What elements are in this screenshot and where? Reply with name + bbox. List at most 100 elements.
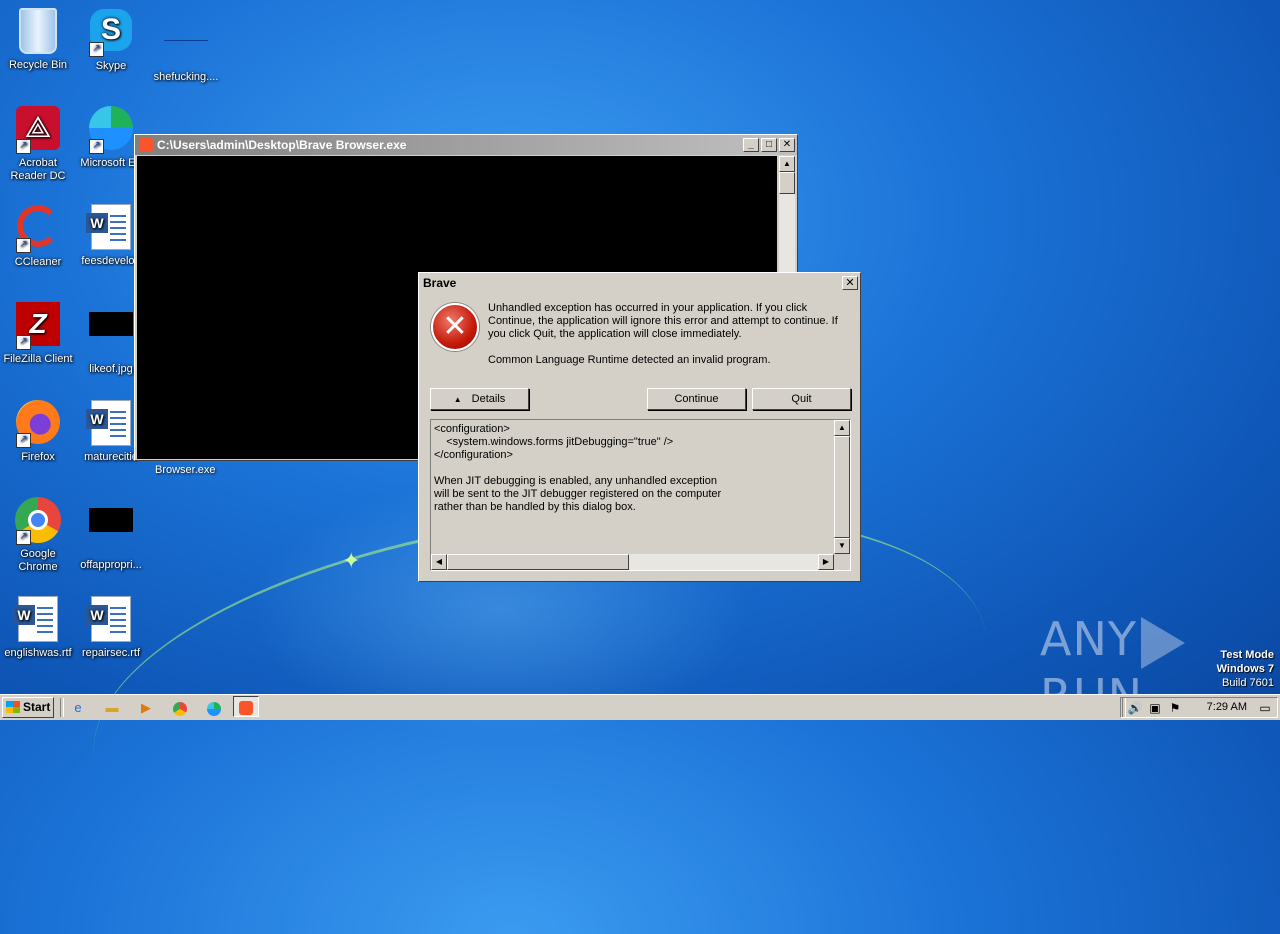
file-icon xyxy=(162,20,210,68)
shortcut-arrow-icon: ↗ xyxy=(16,530,31,545)
desktop-icon-ccleaner[interactable]: ↗ CCleaner xyxy=(0,202,76,269)
desktop-icon-label: Firefox xyxy=(21,451,55,463)
dialog-titlebar[interactable]: Brave ✕ xyxy=(419,273,860,293)
scrollbar-thumb[interactable] xyxy=(834,436,850,538)
desktop-icon-recycle-bin[interactable]: Recycle Bin xyxy=(0,6,76,72)
dialog-title: Brave xyxy=(423,276,457,290)
recycle-bin-icon xyxy=(14,8,62,56)
close-button[interactable]: ✕ xyxy=(779,138,795,152)
desktop-icon-chrome[interactable]: ↗ Google Chrome xyxy=(0,496,76,574)
windows-version-line: Windows 7 xyxy=(1216,663,1274,675)
volume-icon[interactable]: 🔊 xyxy=(1127,700,1143,716)
desktop-icon-shefucking[interactable]: shefucking.... xyxy=(148,6,224,84)
scroll-left-arrow-icon[interactable]: ◀ xyxy=(431,554,447,570)
desktop-icon-label-partial: Browser.exe xyxy=(155,464,216,476)
desktop-icon-label: englishwas.rtf xyxy=(4,647,72,659)
word-document-icon: W xyxy=(86,596,135,644)
brave-icon xyxy=(139,138,153,152)
scroll-right-arrow-icon[interactable]: ▶ xyxy=(818,554,834,570)
shortcut-arrow-icon: ↗ xyxy=(16,433,31,448)
network-icon[interactable]: ▣ xyxy=(1147,700,1163,716)
continue-button[interactable]: Continue xyxy=(647,388,746,410)
brave-taskbar-button[interactable] xyxy=(233,696,259,717)
word-document-icon: W xyxy=(86,204,135,252)
desktop-icon-englishwas[interactable]: W englishwas.rtf xyxy=(0,594,76,660)
triangle-up-icon: ▲ xyxy=(453,395,462,404)
firefox-icon: ↗ xyxy=(14,400,62,448)
image-file-icon xyxy=(87,508,135,556)
exception-message: Unhandled exception has occurred in your… xyxy=(488,302,838,340)
scroll-down-arrow-icon[interactable]: ▼ xyxy=(834,538,850,554)
test-mode-notice: Test Mode Windows 7 Build 7601 xyxy=(1217,648,1274,690)
start-label: Start xyxy=(23,700,51,714)
dialog-close-button[interactable]: ✕ xyxy=(842,276,858,290)
scrollbar-thumb[interactable] xyxy=(447,554,629,570)
build-line: Build 7601 xyxy=(1222,677,1274,689)
quit-button[interactable]: Quit xyxy=(752,388,851,410)
desktop-icon-label: Acrobat Reader DC xyxy=(10,157,66,182)
shortcut-arrow-icon: ↗ xyxy=(16,335,31,350)
error-dialog[interactable]: Brave ✕ ✕ Unhandled exception has occurr… xyxy=(418,272,861,582)
desktop-icon-repairsec[interactable]: W repairsec.rtf xyxy=(73,594,149,660)
chrome-taskbar-icon[interactable] xyxy=(170,698,190,718)
system-tray: 🔊 ▣ ⚑ 7:29 AM ▭ xyxy=(1120,697,1278,718)
desktop-icon-filezilla[interactable]: Z ↗ FileZilla Client xyxy=(0,300,76,366)
shortcut-arrow-icon: ↗ xyxy=(16,238,31,253)
error-detail-message: Common Language Runtime detected an inva… xyxy=(488,354,771,366)
shortcut-arrow-icon: ↗ xyxy=(16,139,31,154)
desktop-icon-offappropri[interactable]: offappropri... xyxy=(73,496,149,572)
error-icon: ✕ xyxy=(431,303,479,351)
console-title: C:\Users\admin\Desktop\Brave Browser.exe xyxy=(157,138,407,152)
scroll-up-arrow-icon[interactable]: ▲ xyxy=(779,156,795,172)
watermark-left: ANY xyxy=(1040,612,1137,666)
taskbar-divider xyxy=(60,698,64,717)
tray-divider xyxy=(1122,698,1126,717)
word-document-icon: W xyxy=(13,596,62,644)
media-player-icon[interactable]: ▶ xyxy=(136,698,156,718)
console-titlebar[interactable]: C:\Users\admin\Desktop\Brave Browser.exe… xyxy=(135,135,797,155)
filezilla-icon: Z ↗ xyxy=(14,302,62,350)
dialog-message: Unhandled exception has occurred in your… xyxy=(488,302,838,380)
edge-taskbar-icon[interactable] xyxy=(204,698,224,718)
details-horizontal-scrollbar[interactable]: ◀ ▶ xyxy=(431,554,834,570)
action-center-flag-icon[interactable]: ⚑ xyxy=(1167,700,1183,716)
scrollbar-thumb[interactable] xyxy=(779,172,795,194)
explorer-folder-icon[interactable]: ▬ xyxy=(102,698,122,718)
desktop-icon-skype[interactable]: S ↗ Skype xyxy=(73,6,149,73)
shortcut-arrow-icon: ↗ xyxy=(89,42,104,57)
desktop-icon-label: Recycle Bin xyxy=(8,59,68,71)
chrome-icon: ↗ xyxy=(14,497,62,545)
details-button[interactable]: ▲ Details xyxy=(430,388,529,410)
desktop-icon-label: Google Chrome xyxy=(18,548,58,573)
desktop-icon-firefox[interactable]: ↗ Firefox xyxy=(0,398,76,464)
play-icon xyxy=(1140,616,1185,669)
internet-explorer-icon[interactable]: e xyxy=(68,698,88,718)
windows-logo-icon xyxy=(6,701,20,713)
desktop-icon-label: Skype xyxy=(95,60,127,72)
taskbar: Start e ▬ ▶ 🔊 ▣ ⚑ 7:29 AM ▭ xyxy=(0,694,1280,720)
maximize-button[interactable]: □ xyxy=(761,138,777,152)
desktop-icon-acrobat[interactable]: ⟁ ↗ Acrobat Reader DC xyxy=(0,104,76,183)
details-vertical-scrollbar[interactable]: ▲ ▼ xyxy=(834,420,850,554)
edge-icon: ↗ xyxy=(87,106,135,154)
scroll-up-arrow-icon[interactable]: ▲ xyxy=(834,420,850,436)
test-mode-line: Test Mode xyxy=(1220,649,1274,661)
show-desktop-icon[interactable]: ▭ xyxy=(1257,700,1273,716)
details-textbox[interactable]: <configuration> <system.windows.forms ji… xyxy=(430,419,851,571)
skype-icon: S ↗ xyxy=(87,9,135,57)
minimize-button[interactable]: _ xyxy=(743,138,759,152)
clock[interactable]: 7:29 AM xyxy=(1207,701,1247,713)
ccleaner-icon: ↗ xyxy=(14,205,62,253)
word-document-icon: W xyxy=(86,400,135,448)
wallpaper-leaf: ✦ xyxy=(342,548,361,573)
shortcut-arrow-icon: ↗ xyxy=(89,139,104,154)
acrobat-icon: ⟁ ↗ xyxy=(14,106,62,154)
image-file-icon xyxy=(87,312,135,360)
desktop-icon-label: CCleaner xyxy=(14,256,62,268)
desktop-icon-label: offappropri... xyxy=(80,559,142,571)
start-button[interactable]: Start xyxy=(2,697,54,718)
details-text: <configuration> <system.windows.forms ji… xyxy=(434,423,722,513)
desktop-icon-label: shefucking.... xyxy=(153,71,219,83)
details-button-label: Details xyxy=(471,393,506,405)
desktop-icon-label: FileZilla Client xyxy=(3,353,73,365)
